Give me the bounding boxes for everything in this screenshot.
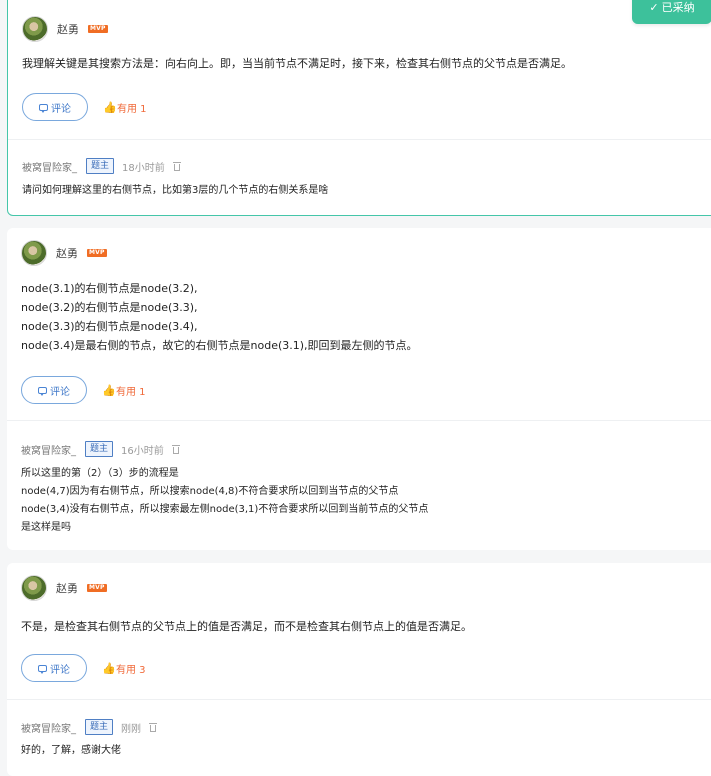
answer-actions: 评论 👍 有用 3 (21, 653, 146, 683)
reply-meta: 被窝冒险家_ 题主 16小时前 (21, 441, 180, 457)
answer-actions: 评论 👍 有用 1 (22, 92, 147, 122)
reply-meta: 被窝冒险家_ 题主 18小时前 (22, 158, 181, 174)
mvp-badge: MVP (87, 249, 107, 257)
reply-author[interactable]: 被窝冒险家_ (21, 442, 76, 457)
reply-body: 所以这里的第（2）（3）步的流程是 node(4,7)因为有右侧节点，所以搜索n… (21, 465, 705, 537)
useful-label: 有用 1 (116, 386, 146, 398)
op-badge: 题主 (85, 719, 114, 735)
reply-line: node(3,4)没有右侧节点，所以搜索最左侧node(3,1)不符合要求所以回… (21, 504, 429, 515)
reply-author[interactable]: 被窝冒险家_ (21, 720, 76, 735)
answer-line: node(3.3)的右侧节点是node(3.4), (21, 320, 198, 333)
useful-label: 有用 1 (117, 103, 147, 115)
comment-button[interactable]: 评论 (21, 654, 87, 682)
comment-label: 评论 (50, 386, 70, 398)
author-name[interactable]: 赵勇 (56, 245, 78, 261)
avatar[interactable] (21, 240, 47, 266)
reply-body: 请问如何理解这里的右侧节点，比如第3层的几个节点的右侧关系是啥 (22, 182, 704, 200)
reply-line: 好的，了解，感谢大佬 (21, 745, 121, 756)
divider (7, 699, 711, 700)
author-row: 赵勇 MVP (21, 238, 107, 268)
author-row: 赵勇 MVP (22, 14, 108, 44)
comment-icon (39, 103, 48, 113)
answer-line: 我理解关键是其搜索方法是：向右向上。即，当当前节点不满足时，接下来，检查其右侧节… (22, 57, 572, 70)
answer-card: 赵勇 MVP node(3.1)的右侧节点是node(3.2), node(3.… (7, 228, 711, 550)
author-row: 赵勇 MVP (21, 573, 107, 603)
avatar[interactable] (22, 16, 48, 42)
reply-body: 好的，了解，感谢大佬 (21, 742, 705, 760)
answer-card: 赵勇 MVP 不是，是检查其右侧节点的父节点上的值是否满足，而不是检查其右侧节点… (7, 563, 711, 776)
thumbs-up-icon: 👍 (102, 383, 116, 397)
accepted-badge: ✓ 已采纳 (632, 0, 711, 24)
trash-icon[interactable] (172, 161, 181, 171)
mvp-badge: MVP (87, 584, 107, 592)
comment-icon (38, 664, 47, 674)
answer-line: 不是，是检查其右侧节点的父节点上的值是否满足，而不是检查其右侧节点上的值是否满足… (21, 620, 472, 633)
thumbs-up-icon: 👍 (102, 661, 116, 675)
reply-meta: 被窝冒险家_ 题主 刚刚 (21, 719, 158, 735)
accepted-label: 已采纳 (661, 1, 695, 14)
answer-line: node(3.1)的右侧节点是node(3.2), (21, 282, 198, 295)
useful-button[interactable]: 👍 有用 3 (102, 661, 146, 676)
trash-icon[interactable] (149, 722, 158, 732)
trash-icon[interactable] (171, 444, 180, 454)
reply-time: 刚刚 (121, 723, 142, 735)
author-name[interactable]: 赵勇 (56, 580, 78, 596)
reply-line: 所以这里的第（2）（3）步的流程是 (21, 468, 179, 479)
divider (8, 139, 711, 140)
answer-body: 不是，是检查其右侧节点的父节点上的值是否满足，而不是检查其右侧节点上的值是否满足… (21, 617, 705, 636)
reply-time: 18小时前 (122, 162, 165, 174)
answer-body: 我理解关键是其搜索方法是：向右向上。即，当当前节点不满足时，接下来，检查其右侧节… (22, 54, 704, 73)
answer-actions: 评论 👍 有用 1 (21, 375, 146, 405)
answer-line: node(3.2)的右侧节点是node(3.3), (21, 301, 198, 314)
reply-line: 请问如何理解这里的右侧节点，比如第3层的几个节点的右侧关系是啥 (22, 185, 329, 196)
answer-card: 赵勇 MVP 我理解关键是其搜索方法是：向右向上。即，当当前节点不满足时，接下来… (7, 0, 711, 216)
reply-author[interactable]: 被窝冒险家_ (22, 159, 77, 174)
mvp-badge: MVP (88, 25, 108, 33)
reply-time: 16小时前 (121, 445, 164, 457)
op-badge: 题主 (86, 158, 115, 174)
comment-button[interactable]: 评论 (21, 376, 87, 404)
op-badge: 题主 (85, 441, 114, 457)
divider (7, 420, 711, 421)
thumbs-up-icon: 👍 (103, 100, 117, 114)
useful-button[interactable]: 👍 有用 1 (103, 100, 147, 115)
useful-button[interactable]: 👍 有用 1 (102, 383, 146, 398)
useful-label: 有用 3 (116, 664, 146, 676)
comment-label: 评论 (51, 103, 71, 115)
answer-body: node(3.1)的右侧节点是node(3.2), node(3.2)的右侧节点… (21, 279, 705, 355)
comment-button[interactable]: 评论 (22, 93, 88, 121)
author-name[interactable]: 赵勇 (57, 21, 79, 37)
avatar[interactable] (21, 575, 47, 601)
reply-line: 是这样是吗 (21, 522, 71, 533)
comment-icon (38, 386, 47, 396)
comment-label: 评论 (50, 664, 70, 676)
answer-line: node(3.4)是最右侧的节点，故它的右侧节点是node(3.1),即回到最左… (21, 339, 418, 352)
check-icon: ✓ (649, 0, 659, 14)
reply-line: node(4,7)因为有右侧节点，所以搜索node(4,8)不符合要求所以回到当… (21, 486, 399, 497)
